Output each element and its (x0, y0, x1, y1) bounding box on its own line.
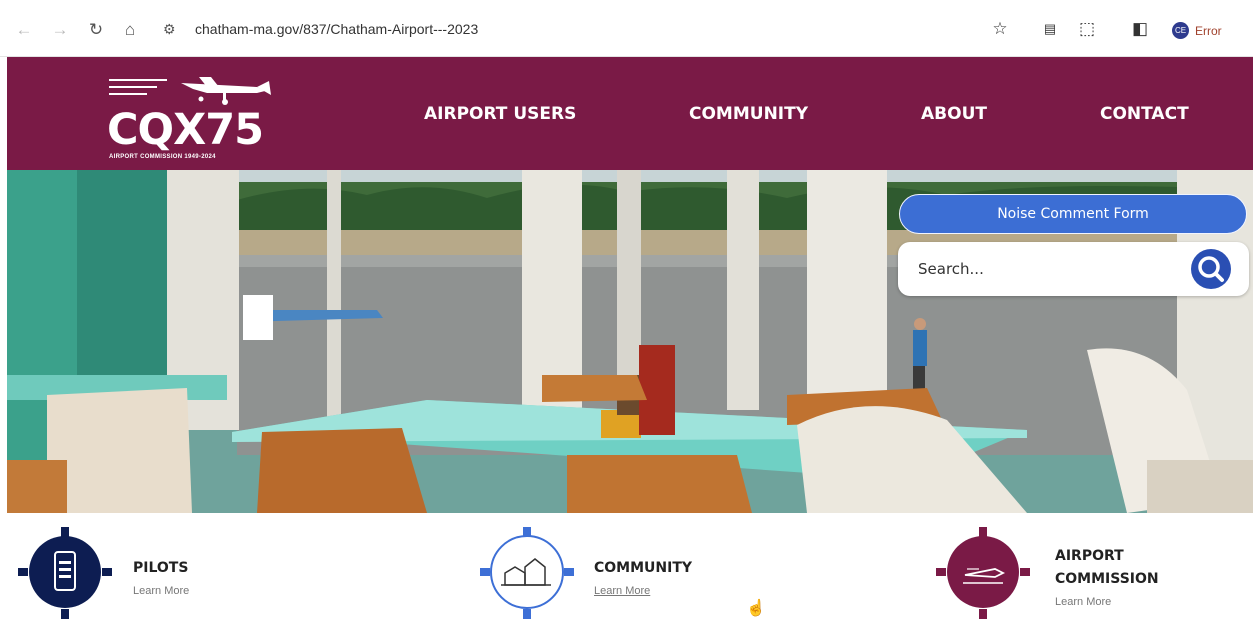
site-info-icon[interactable]: ⚙ (163, 21, 183, 38)
learn-more-link[interactable]: Learn More (133, 585, 189, 597)
nav-community[interactable]: COMMUNITY (689, 104, 808, 124)
noise-comment-form-button[interactable]: Noise Comment Form (899, 194, 1247, 234)
airplane-icon (936, 527, 1030, 619)
buildings-icon (480, 527, 574, 619)
profile-status: Error (1195, 23, 1222, 38)
sidebar-icon[interactable]: ◧ (1130, 18, 1150, 40)
site-logo[interactable]: CQX75 AIRPORT COMMISSION 1949-2024 (107, 65, 277, 165)
airplane-logo-icon (109, 77, 271, 105)
nav-contact[interactable]: CONTACT (1100, 104, 1189, 124)
quick-link-title: COMMUNITY (594, 560, 693, 576)
forward-arrow-icon[interactable]: → (50, 20, 70, 40)
quick-links: PILOTS Learn More COMMUNITY Learn More A… (7, 513, 1253, 623)
star-icon[interactable]: ☆ (990, 18, 1010, 40)
back-arrow-icon[interactable]: ← (14, 20, 34, 40)
address-bar[interactable]: ⚙ chatham-ma.gov/837/Chatham-Airport---2… (163, 16, 478, 42)
learn-more-link[interactable]: Learn More (1055, 596, 1111, 608)
avatar: CE (1172, 22, 1189, 39)
quick-link-title: AIRPORT (1055, 548, 1124, 564)
extension-card-icon[interactable]: ▤ (1040, 18, 1060, 40)
logo-tagline: AIRPORT COMMISSION 1949-2024 (109, 154, 216, 160)
browser-toolbar: ← → ↻ ⌂ ⚙ chatham-ma.gov/837/Chatham-Air… (0, 0, 1253, 57)
quick-link-title: PILOTS (133, 560, 189, 576)
search-button[interactable] (1191, 249, 1231, 289)
nav-about[interactable]: ABOUT (921, 104, 987, 124)
home-icon[interactable]: ⌂ (120, 20, 140, 40)
phone-checklist-icon (18, 527, 112, 619)
quick-link-community[interactable]: COMMUNITY Learn More (477, 513, 777, 623)
search-icon (1198, 256, 1224, 282)
logo-name: CQX75 (107, 105, 264, 155)
reload-icon[interactable]: ↻ (86, 20, 106, 40)
quick-link-pilots[interactable]: PILOTS Learn More (7, 513, 307, 623)
nav-airport-users[interactable]: AIRPORT USERS (424, 104, 576, 124)
hand-cursor-icon: ☝ (746, 600, 766, 617)
site-header: CQX75 AIRPORT COMMISSION 1949-2024 AIRPO… (7, 57, 1253, 170)
site-search (898, 242, 1249, 296)
learn-more-link[interactable]: Learn More (594, 585, 650, 597)
hero-image: Noise Comment Form (7, 170, 1253, 513)
profile-button[interactable]: CE Error (1172, 22, 1222, 39)
quick-link-title-line2: COMMISSION (1055, 571, 1159, 587)
puzzle-icon[interactable]: ⬚ (1077, 18, 1097, 40)
url-text: chatham-ma.gov/837/Chatham-Airport---202… (195, 21, 479, 37)
quick-link-airport-commission[interactable]: AIRPORT COMMISSION Learn More (933, 513, 1233, 623)
search-input[interactable] (918, 256, 1178, 282)
